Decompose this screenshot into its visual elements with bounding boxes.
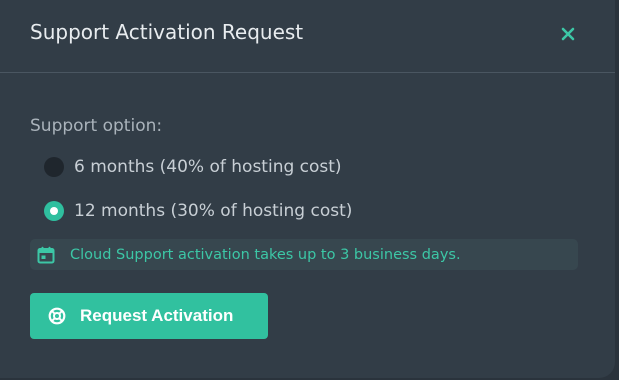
close-button[interactable] xyxy=(556,22,580,46)
info-banner: Cloud Support activation takes up to 3 b… xyxy=(30,239,578,270)
dialog-header: Support Activation Request xyxy=(0,0,615,73)
support-activation-dialog: Support Activation Request Support optio… xyxy=(0,0,615,378)
radio-option-label: 6 months (40% of hosting cost) xyxy=(74,157,342,177)
radio-button-unchecked[interactable] xyxy=(44,157,64,177)
radio-option-12-months[interactable]: 12 months (30% of hosting cost) xyxy=(44,199,352,223)
request-activation-label: Request Activation xyxy=(80,306,234,325)
lifebuoy-icon xyxy=(48,307,66,325)
close-icon xyxy=(561,27,575,41)
support-option-label: Support option: xyxy=(30,116,163,136)
dialog-title: Support Activation Request xyxy=(30,20,304,44)
info-text: Cloud Support activation takes up to 3 b… xyxy=(70,246,461,263)
radio-option-label: 12 months (30% of hosting cost) xyxy=(74,201,353,221)
radio-button-checked[interactable] xyxy=(44,201,64,221)
calendar-icon xyxy=(37,246,55,264)
radio-option-6-months[interactable]: 6 months (40% of hosting cost) xyxy=(44,155,342,179)
request-activation-button[interactable]: Request Activation xyxy=(30,293,268,339)
